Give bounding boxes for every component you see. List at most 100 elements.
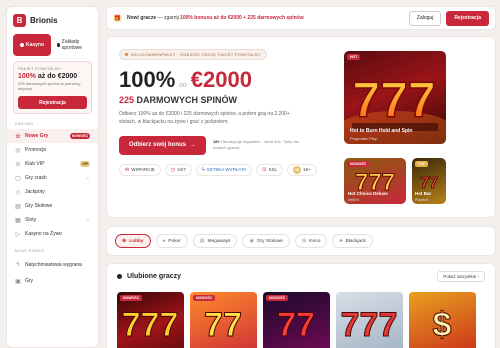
chevron-right-icon: › [477,274,480,279]
sidebar-nav: ☆ Nowe Gry NOWOŚĆ ◎ Promocje ♔ Klub VIP VIP ▢ Gry… [7,129,98,241]
filter-label: Megaways [207,238,231,244]
logo-mark: B [13,14,26,27]
filter-megaways[interactable]: ▤ Megaways [192,234,238,248]
trust-chip-label: 24/7 [177,167,187,172]
promo-register-button[interactable]: Rejestracja [18,96,87,110]
small-card-2-tag: TOP [415,161,429,167]
section-label-account: MOJE KONTO [15,248,45,254]
top-bar: 🎁 Nowi gracze — zgarnij 100% bonusu aż d… [106,6,496,30]
favorite-game-card[interactable]: 777HOT TO BURNNOWOŚĆ [117,292,184,348]
login-button[interactable]: Zaloguj [408,10,442,26]
kicker-dot [125,53,128,56]
sidebar-item-label: Jackpoty [25,189,45,196]
filter-keno[interactable]: ⊞ Keno [294,234,328,248]
megaphone-icon: ◎ [15,147,21,154]
sidebar-item-label: Sloty [25,217,37,224]
sidebar-item-jackpoty[interactable]: ◇ Jackpoty [7,185,98,199]
chat-icon: ✉ [125,166,130,173]
filter-label: Blackjack [345,238,366,244]
casino-toggle-label: Kasyno [25,42,45,48]
top-bar-mid: zgarnij [163,15,179,21]
claim-bonus-label: Odbierz swój bonus [129,142,187,148]
sidebar-item-kasyno-na-ywo[interactable]: ▷ Kasyno na Żywo [7,227,98,241]
lock-icon: ⊡ [262,166,267,173]
top-bar-highlight: 100% bonusu aż do €2000 + 225 darmowych … [180,15,304,21]
sidebar-item-klub-vip[interactable]: ♔ Klub VIP VIP [7,157,98,171]
table-icon: ▤ [15,203,21,210]
filter-poker[interactable]: ♠ Poker [155,234,188,248]
sidebar-item-sloty[interactable]: ▦ Sloty ⌄ [7,213,98,227]
keno-icon: ⊞ [301,238,307,244]
svg-text:777: 777 [352,72,435,128]
casino-icon [19,43,24,47]
featured-tag: HOT [347,54,361,60]
sports-toggle-button[interactable]: Zakłady sportowe [54,34,92,56]
sidebar-item-promocje[interactable]: ◎ Promocje [7,143,98,157]
filter-gry-sto-owe[interactable]: ◉ Gry Stołowe [242,234,290,248]
sidebar-account-nav: ϟ Natychmiastowa wygrana ▣ Gry [7,256,98,288]
favorite-game-card[interactable]: 777ROUTE 777 [336,292,403,348]
game-category-filters: ⊕ Lobby ♠ Poker ▤ Megaways ◉ Gry Stołowe ⊞ Keno ♣ B… [106,226,496,256]
see-all-label: Pokaż wszystkie [443,274,477,279]
casino-toggle-button[interactable]: Kasyno [13,34,51,56]
gamepad-icon: ▣ [15,278,21,285]
favorite-game-card[interactable]: 77HOT BARNOWOŚĆ [263,292,330,348]
featured-game-card[interactable]: 777 HOT Hot to Burn Hold and Spin Pragma… [344,51,446,144]
live-icon: ▷ [15,231,21,238]
featured-small-card-2[interactable]: 77 TOP Hot Bar Playtech [412,158,446,204]
sidebar-item-gry-crash[interactable]: ▢ Gry crash ⌄ [7,171,98,185]
small-card-1-tag: NOWOŚĆ [347,161,370,167]
clock-icon: ◷ [170,166,176,173]
logo[interactable]: B Brionis [7,7,98,31]
promo-title: 100% aż do €2000 [18,73,87,80]
promo-title-pct: 100% [18,73,36,80]
featured-small-card-1[interactable]: 777 NOWOŚĆ Hot Choice Deluxe NetEnt [344,158,406,204]
register-button[interactable]: Rejestracja [446,10,489,26]
small-card-2-provider: Playtech [415,198,429,202]
hero-do: DO [179,83,187,89]
table-icon: ◉ [249,238,254,244]
hero-description: Odbierz 100% aż do €2000 i 225 darmowych… [119,111,290,125]
hero-amount: €2000 [190,67,252,92]
sports-icon [57,43,60,47]
sidebar-item-label: Kasyno na Żywo [25,231,62,238]
hero-spins: 225 DARMOWYCH SPINÓW [119,95,329,105]
filter-label: Keno [309,238,321,244]
promo-kicker: PAKIET POWITALNY [18,66,62,71]
star-icon: ☆ [15,133,21,140]
terms-age: 18+ [213,139,220,145]
favorites-title: Ulubione graczy [127,273,182,280]
filter-blackjack[interactable]: ♣ Blackjack [332,234,373,248]
chevron-down-icon: ⌄ [85,217,90,224]
hero-percent: 100% [119,67,176,92]
sidebar-item-label: Natychmiastowa wygrana [25,262,82,269]
hero-terms: 18+ Obowiązuje regulamin · obrót 40x. Ty… [213,139,303,150]
featured-title: Hot to Burn Hold and Spin [350,128,413,134]
terms-text: Obowiązuje regulamin · obrót 40x. Tylko … [213,139,299,150]
favorites-game-row: 777HOT TO BURNNOWOŚĆ77HOT CHOICENOWOŚĆ77… [117,292,476,348]
favorite-game-card[interactable]: 77HOT CHOICENOWOŚĆ [190,292,257,348]
favorites-section: Ulubione graczy Pokaż wszystkie › 777HOT… [106,263,496,348]
sidebar-item-natychmiastowa-wygrana[interactable]: ϟ Natychmiastowa wygrana [7,256,98,274]
sidebar-item-gry-sto-owe[interactable]: ▤ Gry Stołowe [7,199,98,213]
sidebar-item-nowe-gry[interactable]: ☆ Nowe Gry NOWOŚĆ [7,129,98,144]
claim-bonus-button[interactable]: Odbierz swój bonus → [119,135,207,155]
section-bullet-icon [117,274,122,279]
favorite-game-card[interactable]: $FORTUNE HOUSE [409,292,476,348]
sidebar-item-label: Gry crash [25,175,47,182]
mode-toggle: Kasyno Zakłady sportowe [13,34,92,56]
filter-lobby[interactable]: ⊕ Lobby [115,234,151,248]
sidebar-item-gry[interactable]: ▣ Gry [7,274,98,288]
filter-label: Gry Stołowe [256,238,283,244]
blackjack-icon: ♣ [339,238,343,244]
age-icon: 18 [293,165,301,174]
grid-icon: ⊕ [122,238,127,244]
trust-chip-18-: 18 18+ [287,163,317,176]
reels-icon: ▤ [199,238,205,244]
filter-label: Poker [168,238,181,244]
trust-chip-wsparcie: ✉ WSPARCIE [119,163,161,176]
promo-subtitle: 225 darmowych spinów w pierwszy depozyt [18,81,81,92]
sidebar-item-badge: VIP [80,161,90,168]
see-all-button[interactable]: Pokaż wszystkie › [437,271,485,282]
top-bar-dash: — [157,15,163,21]
